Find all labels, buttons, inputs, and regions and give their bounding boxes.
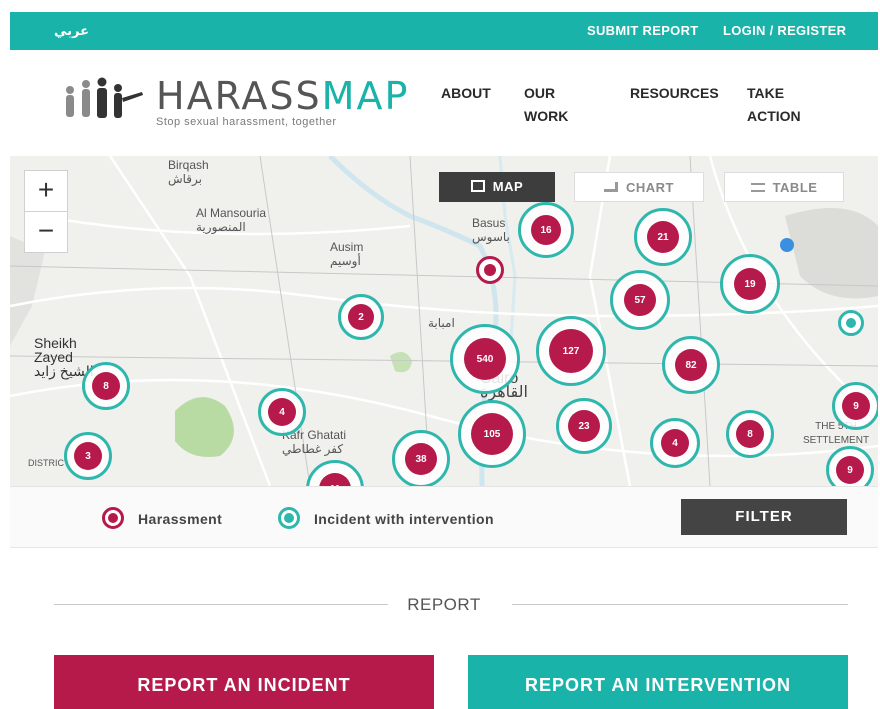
report-incident-button[interactable]: REPORT AN INCIDENT [54, 655, 434, 709]
nav-resources[interactable]: RESOURCES [630, 82, 719, 105]
cluster-marker[interactable]: 38 [392, 430, 450, 486]
nav-about[interactable]: ABOUT [441, 82, 491, 105]
language-switch-link[interactable]: عربي [54, 23, 89, 39]
cluster-marker[interactable]: 8 [726, 410, 774, 458]
cluster-marker[interactable]: 127 [536, 316, 606, 386]
brand-tagline: Stop sexual harassment, together [156, 116, 337, 128]
map-label-birqash: Birqash برقاش [168, 158, 209, 186]
cluster-marker[interactable]: 9 [826, 446, 874, 486]
cluster-marker[interactable]: 82 [662, 336, 720, 394]
map-view-button[interactable]: MAP [439, 172, 555, 202]
intervention-legend-icon [278, 507, 300, 529]
cluster-marker[interactable]: 540 [450, 324, 520, 394]
report-heading: REPORT [407, 595, 481, 614]
cluster-marker[interactable]: 16 [518, 202, 574, 258]
nav-take-action[interactable]: TAKE ACTION [747, 82, 801, 128]
cluster-marker[interactable]: 4 [258, 388, 306, 436]
harassment-legend-icon [102, 507, 124, 529]
bar-chart-icon [604, 182, 618, 192]
map-label-sheikh-zayed: Sheikh Zayed الشيخ زايد [34, 335, 94, 379]
divider-right [512, 604, 848, 605]
map-label-basus: Basus باسوس [472, 216, 510, 244]
harassment-marker[interactable] [476, 256, 504, 284]
zoom-out-button[interactable]: − [24, 211, 68, 253]
cluster-marker[interactable]: 9 [832, 382, 878, 430]
cluster-marker[interactable]: 105 [458, 400, 526, 468]
filter-button[interactable]: FILTER [681, 499, 847, 535]
incident-map[interactable]: + − MAP CHART TABLE Birqash برقاش Al Mans… [10, 156, 878, 486]
cluster-marker[interactable]: 21 [634, 208, 692, 266]
harassment-legend-label: Harassment [138, 511, 223, 527]
page: عربي SUBMIT REPORT LOGIN / REGISTER HARA… [10, 12, 878, 709]
cluster-marker[interactable]: 2 [338, 294, 384, 340]
zoom-in-button[interactable]: + [24, 170, 68, 212]
map-label-ausim: Ausim أوسيم [330, 240, 364, 268]
chart-view-button[interactable]: CHART [574, 172, 704, 202]
table-view-button[interactable]: TABLE [724, 172, 844, 202]
cluster-marker[interactable]: 4 [650, 418, 700, 468]
cluster-marker[interactable]: 57 [610, 270, 670, 330]
map-icon [470, 180, 485, 192]
list-icon [750, 183, 765, 192]
map-label-mansouria: Al Mansouria المنصورية [196, 206, 267, 234]
map-legend: Harassment Incident with intervention FI… [10, 486, 878, 548]
site-header: HARASSMAP Stop sexual harassment, togeth… [10, 50, 878, 157]
location-pin-icon [780, 238, 794, 252]
map-label-imbabah: امبابة [428, 316, 455, 330]
intervention-marker[interactable] [838, 310, 864, 336]
report-intervention-button[interactable]: REPORT AN INTERVENTION [468, 655, 848, 709]
brand-wordmark: HARASSMAP [156, 74, 410, 118]
cluster-marker[interactable]: 8 [82, 362, 130, 410]
nav-our-work[interactable]: OUR WORK [524, 82, 568, 128]
cluster-marker[interactable]: 23 [556, 398, 612, 454]
login-register-link[interactable]: LOGIN / REGISTER [723, 23, 846, 38]
top-bar: عربي SUBMIT REPORT LOGIN / REGISTER [10, 12, 878, 50]
logo-people-icon [66, 77, 143, 118]
cluster-marker[interactable]: 19 [720, 254, 780, 314]
cluster-marker[interactable]: 3 [64, 432, 112, 480]
submit-report-link[interactable]: SUBMIT REPORT [587, 23, 699, 38]
intervention-legend-label: Incident with intervention [314, 511, 494, 527]
logo[interactable]: HARASSMAP Stop sexual harassment, togeth… [56, 74, 407, 134]
